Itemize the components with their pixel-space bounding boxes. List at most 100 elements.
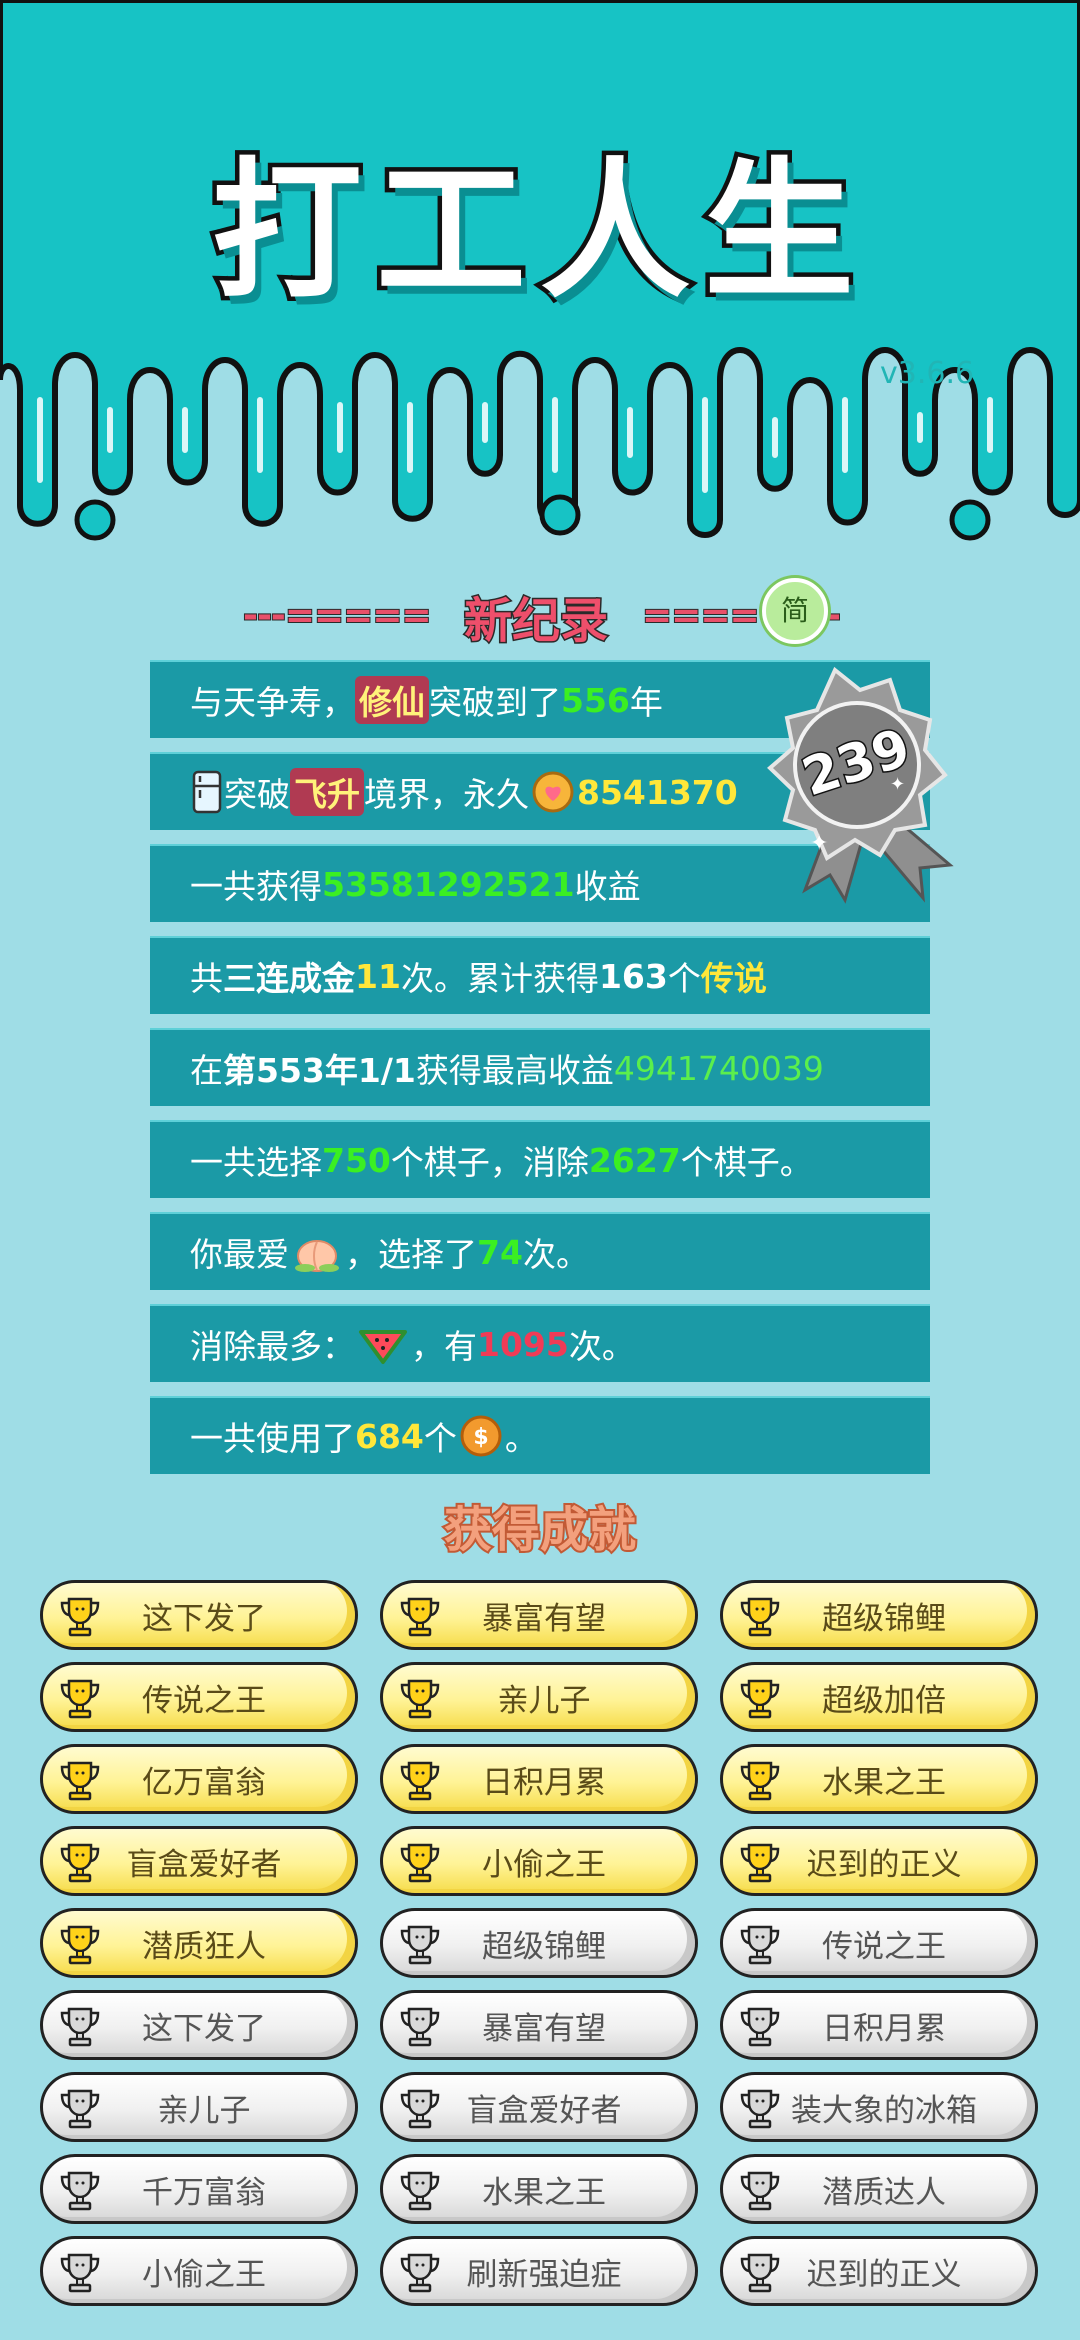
achievement-label: 传说之王 <box>142 1682 266 1719</box>
achievement-label: 水果之王 <box>822 1764 946 1801</box>
stat-text: 三连成金 <box>223 959 355 998</box>
stat-text: 次。 <box>522 1235 589 1274</box>
achievement-label: 小偷之王 <box>482 1846 606 1883</box>
achievement-label: 亲儿子 <box>497 1682 591 1719</box>
achievements-grid: 这下发了 暴富有望 超级锦鲤 传说之王 亲儿子 超级加倍 亿万富翁 日积月累 水果之王 盲盒爱好者… <box>40 1580 1040 2306</box>
stat-text: 收益 <box>574 867 641 906</box>
achievement-badge[interactable]: 千万富翁 <box>40 2154 358 2224</box>
stat-text: 个棋子，消除 <box>390 1143 589 1182</box>
stat-text: 74 <box>477 1232 523 1272</box>
stat-text: 在 <box>190 1051 223 1090</box>
trophy-icon <box>57 1839 103 1885</box>
achievement-badge[interactable]: 超级锦鲤 <box>720 1580 1038 1650</box>
stat-text: 1095 <box>477 1324 569 1364</box>
achievement-badge[interactable]: 日积月累 <box>380 1744 698 1814</box>
stat-text: 年 <box>629 683 663 722</box>
achievement-label: 日积月累 <box>482 1764 606 1801</box>
stat-text: 共 <box>190 959 223 998</box>
stat-text: 次。 <box>568 1327 635 1366</box>
trophy-icon <box>57 2085 103 2131</box>
trophy-icon <box>397 2167 443 2213</box>
stat-text: 与天争寿， <box>190 683 355 722</box>
achievement-badge[interactable]: 盲盒爱好者 <box>380 2072 698 2142</box>
achievement-badge[interactable]: 水果之王 <box>720 1744 1038 1814</box>
achievement-badge[interactable]: 亲儿子 <box>380 1662 698 1732</box>
stat-text: 突破 <box>224 775 290 814</box>
achievement-badge[interactable]: 水果之王 <box>380 2154 698 2224</box>
header: 打工人生 v3.6.6 <box>0 0 1080 560</box>
trophy-icon <box>57 1757 103 1803</box>
achievement-badge[interactable]: 这下发了 <box>40 1990 358 2060</box>
trophy-icon <box>737 1839 783 1885</box>
achievement-label: 传说之王 <box>822 1928 946 1965</box>
achievement-label: 亲儿子 <box>157 2092 251 2129</box>
trophy-icon <box>397 1921 443 1967</box>
achievement-badge[interactable]: 小偷之王 <box>40 2236 358 2306</box>
achievement-badge[interactable]: 盲盒爱好者 <box>40 1826 358 1896</box>
svg-text:✦: ✦ <box>890 774 905 795</box>
simplified-toggle-button[interactable]: 简 <box>762 578 828 644</box>
stat-text: 。 <box>504 1419 538 1458</box>
achievement-badge[interactable]: 超级锦鲤 <box>380 1908 698 1978</box>
achievement-badge[interactable]: 传说之王 <box>40 1662 358 1732</box>
achievement-label: 小偷之王 <box>142 2256 266 2293</box>
stat-text: 684 <box>355 1416 424 1456</box>
achievement-badge[interactable]: 亿万富翁 <box>40 1744 358 1814</box>
achievement-badge[interactable]: 日积月累 <box>720 1990 1038 2060</box>
stat-text: 4941740039 <box>613 1048 824 1088</box>
trophy-icon <box>397 2249 443 2295</box>
stat-text: 境界，永久 <box>364 775 529 814</box>
achievement-badge[interactable]: 迟到的正义 <box>720 1826 1038 1896</box>
achievement-label: 盲盒爱好者 <box>466 2092 622 2129</box>
trophy-icon <box>737 2003 783 2049</box>
record-dash-tail: - <box>825 594 842 637</box>
achievement-badge[interactable]: 装大象的冰箱 <box>720 2072 1038 2142</box>
achievement-badge[interactable]: 这下发了 <box>40 1580 358 1650</box>
stat-text: 163 <box>598 956 668 996</box>
trophy-icon <box>57 1593 103 1639</box>
stat-text: 次。累计获得 <box>400 959 599 998</box>
trophy-icon <box>397 1839 443 1885</box>
watermelon-icon <box>357 1322 409 1366</box>
stat-text: 你最爱 <box>190 1235 289 1274</box>
trophy-icon <box>397 1675 443 1721</box>
peach-icon <box>291 1230 343 1274</box>
achievement-badge[interactable]: 潜质狂人 <box>40 1908 358 1978</box>
achievement-badge[interactable]: 刷新强迫症 <box>380 2236 698 2306</box>
trophy-icon <box>57 2249 103 2295</box>
achievement-badge[interactable]: 暴富有望 <box>380 1990 698 2060</box>
record-dash-left: ---===== <box>242 594 433 637</box>
achievement-badge[interactable]: 迟到的正义 <box>720 2236 1038 2306</box>
achievement-badge[interactable]: 潜质达人 <box>720 2154 1038 2224</box>
trophy-icon <box>57 2003 103 2049</box>
trophy-icon <box>57 1921 103 1967</box>
achievement-badge[interactable]: 传说之王 <box>720 1908 1038 1978</box>
achievement-badge[interactable]: 超级加倍 <box>720 1662 1038 1732</box>
stat-text: ，有 <box>411 1327 477 1366</box>
achievement-label: 这下发了 <box>142 2010 266 2047</box>
achievement-badge[interactable]: 亲儿子 <box>40 2072 358 2142</box>
trophy-icon <box>397 2085 443 2131</box>
achievement-badge[interactable]: 小偷之王 <box>380 1826 698 1896</box>
stat-text: 传说 <box>700 959 767 998</box>
achievement-label: 亿万富翁 <box>142 1764 266 1801</box>
achievement-label: 暴富有望 <box>482 1600 606 1637</box>
achievement-label: 迟到的正义 <box>806 2256 962 2293</box>
stat-text: 一共选择 <box>190 1143 322 1182</box>
trophy-icon <box>737 2167 783 2213</box>
achievements-title: 获得成就 <box>442 1500 638 1560</box>
app-title: 打工人生 <box>207 141 868 324</box>
stat-text: ，选择了 <box>345 1235 477 1274</box>
stat-text: 11 <box>355 956 401 996</box>
stat-text: 消除最多： <box>190 1327 355 1366</box>
achievement-label: 迟到的正义 <box>806 1846 962 1883</box>
record-title: 新纪录 <box>462 592 609 651</box>
stat-row: 一共选择 750 个棋子，消除 2627 个棋子。 <box>150 1120 930 1198</box>
stat-text: 一共使用了 <box>190 1419 355 1458</box>
stat-row: 消除最多： ，有 1095 次。 <box>150 1304 930 1382</box>
achievement-badge[interactable]: 暴富有望 <box>380 1580 698 1650</box>
achievement-label: 装大象的冰箱 <box>791 2092 977 2129</box>
achievement-label: 千万富翁 <box>142 2174 266 2211</box>
stat-row: 你最爱 ，选择了 74 次。 <box>150 1212 930 1290</box>
stat-text: 获得最高收益 <box>415 1051 614 1090</box>
